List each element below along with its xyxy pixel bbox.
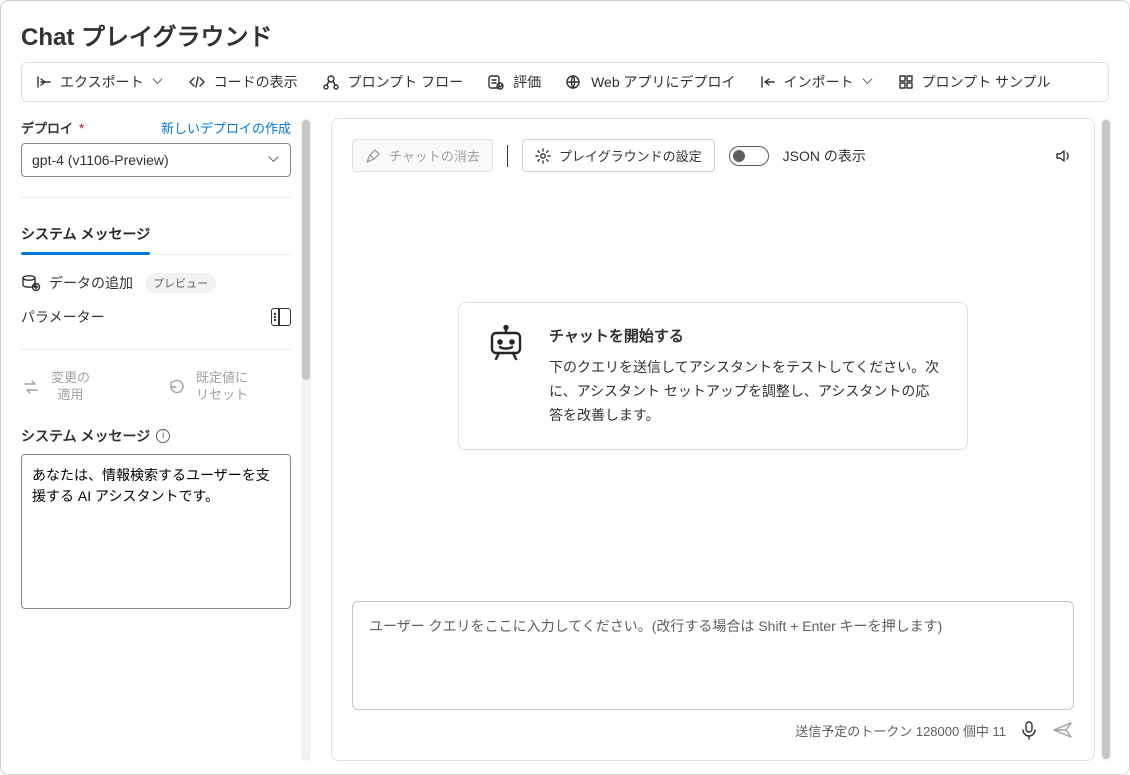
prompt-flow-label: プロンプト フロー	[348, 72, 463, 92]
chat-scrollbar[interactable]	[1101, 118, 1111, 761]
welcome-card: チャットを開始する 下のクエリを送信してアシスタントをテストしてください。次に、…	[458, 302, 968, 450]
prompt-flow-button[interactable]: プロンプト フロー	[322, 72, 463, 92]
scrollbar-thumb[interactable]	[1102, 120, 1110, 759]
panel-toggle-icon	[271, 308, 291, 326]
data-plus-icon	[21, 274, 41, 292]
chat-input[interactable]	[367, 614, 1059, 694]
action-buttons: 変更の 適用 既定値に リセット	[21, 370, 291, 404]
scrollbar-thumb[interactable]	[302, 120, 310, 380]
export-icon	[36, 74, 52, 90]
chevron-down-icon	[154, 77, 164, 87]
deploy-web-button[interactable]: Web アプリにデプロイ	[565, 72, 735, 92]
prompt-samples-button[interactable]: プロンプト サンプル	[898, 72, 1051, 92]
import-label: インポート	[784, 72, 854, 92]
deploy-label-row: デプロイ * 新しいデプロイの作成	[21, 118, 291, 137]
sidebar-wrap: デプロイ * 新しいデプロイの作成 gpt-4 (v1106-Preview) …	[21, 118, 311, 761]
tab-system-message[interactable]: システム メッセージ	[21, 218, 150, 254]
show-json-label: JSON の表示	[783, 146, 866, 166]
send-icon[interactable]	[1052, 720, 1074, 740]
gear-icon	[535, 148, 551, 164]
import-icon	[760, 74, 776, 90]
speaker-icon[interactable]	[1054, 146, 1074, 166]
evaluate-icon	[487, 74, 505, 90]
new-deploy-link[interactable]: 新しいデプロイの作成	[161, 118, 291, 137]
content-row: デプロイ * 新しいデプロイの作成 gpt-4 (v1106-Preview) …	[1, 118, 1129, 775]
chat-input-area[interactable]	[352, 601, 1074, 710]
apply-changes-button: 変更の 適用	[21, 370, 146, 404]
add-data-label: データの追加	[49, 273, 133, 293]
export-label: エクスポート	[60, 72, 144, 92]
reset-icon	[166, 378, 186, 396]
export-button[interactable]: エクスポート	[36, 72, 164, 92]
divider	[21, 197, 291, 198]
sidebar-scrollbar[interactable]	[301, 118, 311, 761]
system-message-heading: システム メッセージ i	[21, 426, 291, 446]
show-code-label: コードの表示	[214, 72, 298, 92]
prompt-samples-label: プロンプト サンプル	[922, 72, 1051, 92]
deploy-label: デプロイ *	[21, 118, 84, 137]
chevron-down-icon	[864, 77, 874, 87]
token-counter: 送信予定のトークン 128000 個中 11	[795, 721, 1006, 740]
app-frame: Chat プレイグラウンド エクスポート コードの表示 プロンプト フロー 評価…	[0, 0, 1130, 775]
parameters-label: パラメーター	[21, 307, 105, 327]
broom-icon	[365, 148, 381, 164]
import-button[interactable]: インポート	[760, 72, 874, 92]
chat-panel: チャットの消去 プレイグラウンドの設定 JSON の表示	[331, 118, 1095, 761]
deploy-select[interactable]: gpt-4 (v1106-Preview)	[21, 143, 291, 177]
required-asterisk: *	[79, 120, 84, 136]
clear-chat-button: チャットの消去	[352, 139, 493, 172]
chevron-down-icon	[270, 155, 280, 165]
reset-default-button: 既定値に リセット	[166, 370, 291, 404]
evaluate-button[interactable]: 評価	[487, 72, 541, 92]
playground-settings-button[interactable]: プレイグラウンドの設定	[522, 139, 715, 172]
parameters-row[interactable]: パラメーター	[21, 307, 291, 327]
robot-icon	[485, 325, 527, 367]
sidebar: デプロイ * 新しいデプロイの作成 gpt-4 (v1106-Preview) …	[21, 118, 301, 761]
chat-panel-wrap: チャットの消去 プレイグラウンドの設定 JSON の表示	[331, 118, 1111, 761]
chat-toolbar: チャットの消去 プレイグラウンドの設定 JSON の表示	[352, 139, 1074, 172]
deploy-select-value: gpt-4 (v1106-Preview)	[32, 152, 169, 168]
swap-icon	[21, 378, 41, 396]
code-icon	[188, 74, 206, 90]
grid-icon	[898, 74, 914, 90]
separator	[507, 145, 508, 167]
info-icon[interactable]: i	[156, 429, 170, 443]
main-toolbar: エクスポート コードの表示 プロンプト フロー 評価 Web アプリにデプロイ …	[21, 62, 1109, 102]
deploy-web-label: Web アプリにデプロイ	[591, 72, 735, 92]
flow-icon	[322, 74, 340, 90]
chat-footer: 送信予定のトークン 128000 個中 11	[352, 720, 1074, 740]
json-toggle[interactable]	[729, 146, 769, 166]
globe-icon	[565, 74, 583, 90]
system-message-textarea[interactable]	[21, 454, 291, 609]
mic-icon[interactable]	[1020, 720, 1038, 740]
preview-badge: プレビュー	[145, 273, 216, 293]
welcome-title: チャットを開始する	[549, 325, 941, 346]
welcome-body: 下のクエリを送信してアシスタントをテストしてください。次に、アシスタント セット…	[549, 356, 941, 427]
divider	[21, 349, 291, 350]
evaluate-label: 評価	[513, 72, 541, 92]
add-data-row[interactable]: データの追加 プレビュー	[21, 273, 291, 293]
sidebar-tabs: システム メッセージ	[21, 218, 291, 255]
page-title: Chat プレイグラウンド	[1, 1, 1129, 62]
show-code-button[interactable]: コードの表示	[188, 72, 298, 92]
